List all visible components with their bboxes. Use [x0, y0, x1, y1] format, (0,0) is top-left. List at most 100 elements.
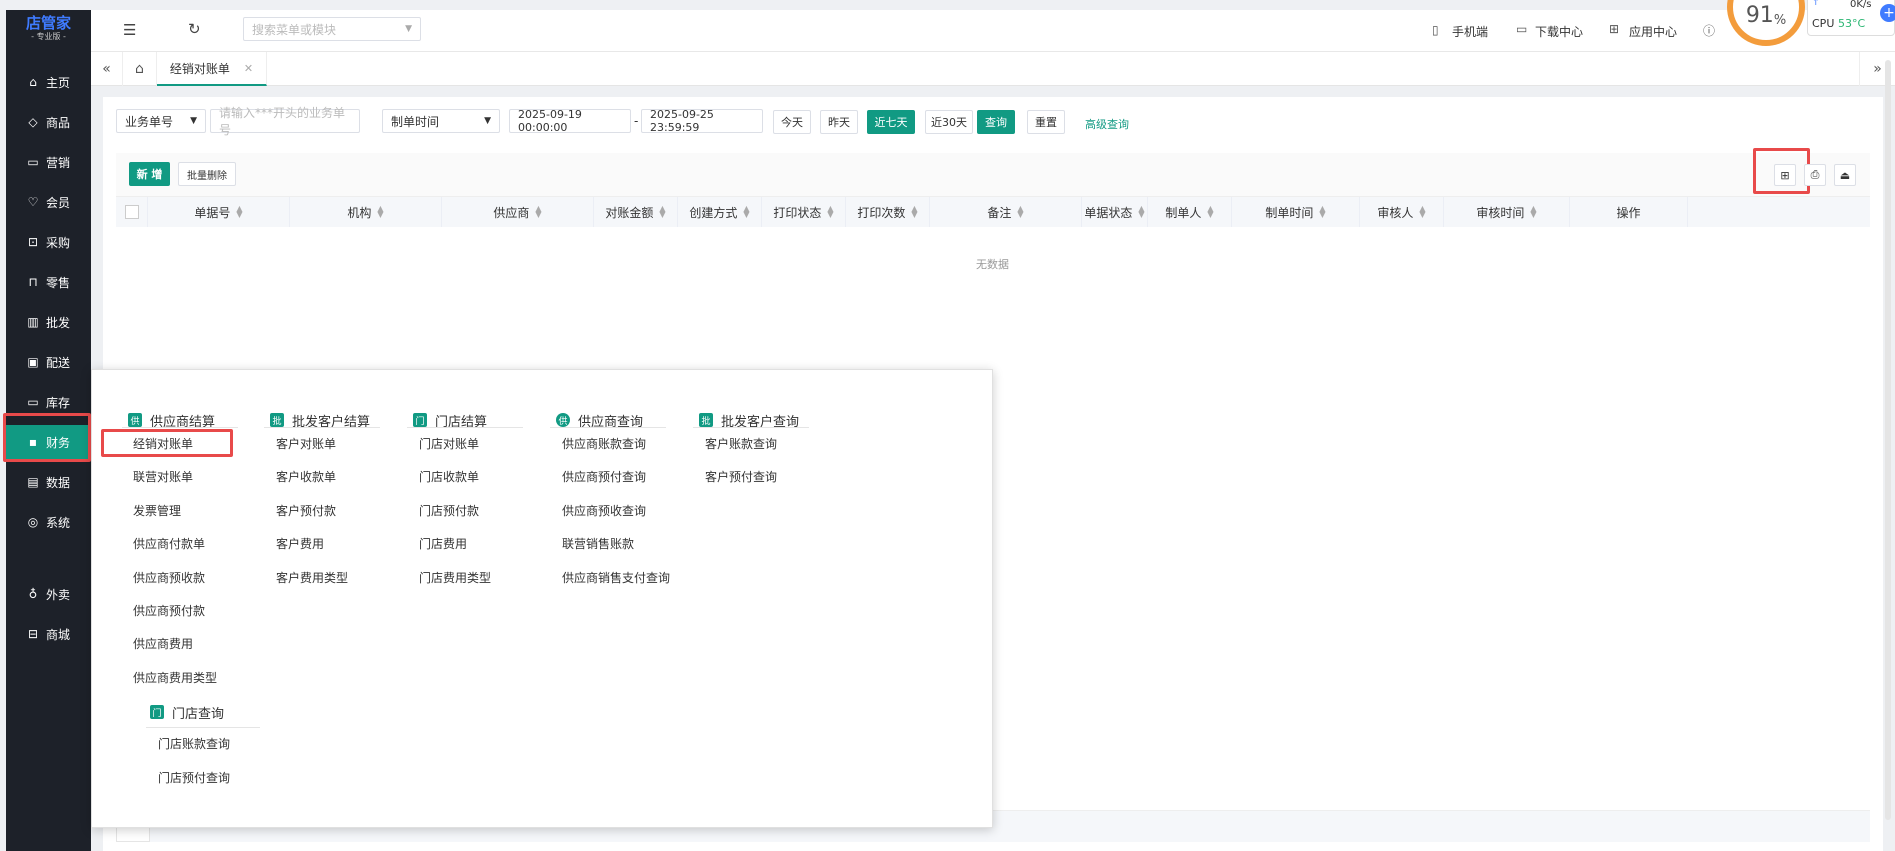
reset-button[interactable]: 重置: [1027, 110, 1065, 134]
last30-button[interactable]: 近30天: [925, 110, 973, 134]
mobile-icon: ▯: [1432, 23, 1439, 37]
menu-item-supplier-payment[interactable]: 供应商付款单: [133, 535, 205, 553]
date-end-input[interactable]: 2025-09-25 23:59:59: [641, 108, 763, 134]
date-start-input[interactable]: 2025-09-19 00:00:00: [509, 108, 631, 134]
mobile-link[interactable]: 手机端: [1452, 23, 1488, 40]
col-header-create-method[interactable]: 创建方式 ▲ ▼: [678, 197, 762, 227]
chevron-down-icon: ▼: [405, 24, 412, 34]
menu-item-store-receipt[interactable]: 门店收款单: [419, 468, 479, 486]
sidebar-item-takeout[interactable]: ♁ 外卖: [6, 577, 91, 611]
cart-icon: ⊡: [27, 235, 39, 249]
col-header-reviewer[interactable]: 审核人 ▲ ▼: [1360, 197, 1444, 227]
logo: 店管家 - 专业版 -: [6, 10, 91, 48]
menu-item-customer-fee-type[interactable]: 客户费用类型: [276, 569, 348, 587]
menu-item-customer-prepay[interactable]: 客户预付款: [276, 502, 336, 520]
menu-item-customer-receipt[interactable]: 客户收款单: [276, 468, 336, 486]
menu-item-store-statement[interactable]: 门店对账单: [419, 435, 479, 453]
export-icon[interactable]: ⏏: [1834, 164, 1856, 186]
sidebar-item-marketing[interactable]: ▭ 营销: [6, 145, 91, 179]
highlight-finance: [3, 413, 91, 462]
sidebar-item-data[interactable]: ▤ 数据: [6, 465, 91, 499]
col-header-doc-no[interactable]: 单据号 ▲ ▼: [148, 197, 290, 227]
logo-subtitle: - 专业版 -: [31, 32, 66, 41]
menu-item-supplier-fee-type[interactable]: 供应商费用类型: [133, 669, 217, 687]
sidebar-item-wholesale[interactable]: ▥ 批发: [6, 305, 91, 339]
sort-icon: ▲ ▼: [1138, 204, 1145, 219]
tab-reconciliation[interactable]: 经销对账单 ✕: [157, 52, 267, 86]
col-header-org[interactable]: 机构 ▲ ▼: [290, 197, 442, 227]
doc-field-select[interactable]: 业务单号 ▼: [116, 109, 206, 133]
advanced-query-link[interactable]: 高级查询: [1085, 116, 1129, 132]
divider: [693, 427, 809, 428]
scrollbar[interactable]: [1885, 60, 1891, 820]
col-header-doc-status[interactable]: 单据状态 ▲ ▼: [1082, 197, 1148, 227]
app-center-link[interactable]: 应用中心: [1629, 23, 1677, 40]
yesterday-button[interactable]: 昨天: [820, 110, 858, 134]
col-header-print-count[interactable]: 打印次数 ▲ ▼: [846, 197, 930, 227]
sidebar-item-purchase[interactable]: ⊡ 采购: [6, 225, 91, 259]
close-icon[interactable]: ✕: [244, 62, 253, 75]
sort-icon: ▲ ▼: [827, 204, 834, 219]
menu-item-supplier-prepayment[interactable]: 供应商预付款: [133, 602, 205, 620]
menu-search-input[interactable]: 搜索菜单或模块 ▼: [243, 17, 421, 41]
menu-item-supplier-prereceipt-query[interactable]: 供应商预收查询: [562, 502, 646, 520]
menu-item-store-fee-type[interactable]: 门店费用类型: [419, 569, 491, 587]
menu-item-supplier-fee[interactable]: 供应商费用: [133, 635, 193, 653]
col-header-remark[interactable]: 备注 ▲ ▼: [930, 197, 1082, 227]
scroll-left-icon[interactable]: «: [91, 52, 123, 86]
print-icon[interactable]: ⎙: [1804, 164, 1826, 186]
sidebar-item-home[interactable]: ⌂ 主页: [6, 65, 91, 99]
menu-item-store-account-query[interactable]: 门店账款查询: [158, 735, 230, 753]
sort-icon: ▲ ▼: [377, 204, 384, 219]
col-header-amount[interactable]: 对账金额 ▲ ▼: [594, 197, 678, 227]
chevron-down-icon: ▼: [190, 116, 197, 126]
time-field-select[interactable]: 制单时间 ▼: [382, 109, 500, 133]
col-header-create-time[interactable]: 制单时间 ▲ ▼: [1232, 197, 1360, 227]
sidebar-item-member[interactable]: ♡ 会员: [6, 185, 91, 219]
menu-item-supplier-prepay-query[interactable]: 供应商预付查询: [562, 468, 646, 486]
sort-icon: ▲ ▼: [659, 204, 666, 219]
menu-item-supplier-prereceipt[interactable]: 供应商预收款: [133, 569, 205, 587]
sidebar-item-goods[interactable]: ◇ 商品: [6, 105, 91, 139]
sort-icon: ▲ ▼: [1419, 204, 1426, 219]
add-button[interactable]: 新 增: [129, 162, 170, 186]
divider: [264, 427, 380, 428]
menu-item-store-prepay-query[interactable]: 门店预付查询: [158, 769, 230, 787]
refresh-icon[interactable]: ↻: [188, 20, 201, 38]
menu-item-joint-sales-account[interactable]: 联营销售账款: [562, 535, 634, 553]
sidebar-item-delivery[interactable]: ▣ 配送: [6, 345, 91, 379]
col-header-print-status[interactable]: 打印状态 ▲ ▼: [762, 197, 846, 227]
tab-bar: « ⌂ 经销对账单 ✕ »: [91, 52, 1895, 86]
col-header-supplier[interactable]: 供应商 ▲ ▼: [442, 197, 594, 227]
menu-item-invoice[interactable]: 发票管理: [133, 502, 181, 520]
last7-button[interactable]: 近七天: [867, 110, 915, 134]
add-icon[interactable]: +: [1880, 4, 1895, 22]
query-button[interactable]: 查询: [977, 110, 1015, 134]
help-icon[interactable]: ⓘ: [1703, 22, 1715, 39]
menu-item-customer-prepay-query[interactable]: 客户预付查询: [705, 468, 777, 486]
menu-item-customer-fee[interactable]: 客户费用: [276, 535, 324, 553]
box-icon: ▭: [27, 395, 39, 409]
batch-delete-button[interactable]: 批量删除: [178, 162, 236, 186]
menu-item-store-prepay[interactable]: 门店预付款: [419, 502, 479, 520]
menu-item-customer-account-query[interactable]: 客户账款查询: [705, 435, 777, 453]
menu-item-supplier-sales-payment-query[interactable]: 供应商销售支付查询: [562, 569, 670, 587]
chevron-down-icon: ▼: [484, 116, 491, 126]
sidebar-item-system[interactable]: ◎ 系统: [6, 505, 91, 539]
menu-item-customer-statement[interactable]: 客户对账单: [276, 435, 336, 453]
download-center-link[interactable]: 下载中心: [1535, 23, 1583, 40]
sort-icon: ▲ ▼: [743, 204, 750, 219]
col-header-creator[interactable]: 制单人 ▲ ▼: [1148, 197, 1232, 227]
menu-item-joint-statement[interactable]: 联营对账单: [133, 468, 193, 486]
select-all-checkbox[interactable]: [124, 205, 139, 219]
col-header-filler: [1688, 197, 1870, 227]
menu-item-supplier-account-query[interactable]: 供应商账款查询: [562, 435, 646, 453]
doc-number-input[interactable]: 请输入***开头的业务单号: [210, 106, 360, 137]
sidebar-item-retail[interactable]: ⊓ 零售: [6, 265, 91, 299]
menu-item-store-fee[interactable]: 门店费用: [419, 535, 467, 553]
menu-toggle-icon[interactable]: ☰: [123, 21, 136, 39]
today-button[interactable]: 今天: [773, 110, 811, 134]
home-tab-icon[interactable]: ⌂: [123, 52, 157, 86]
col-header-review-time[interactable]: 审核时间 ▲ ▼: [1444, 197, 1570, 227]
sidebar-item-mall[interactable]: ⊟ 商城: [6, 617, 91, 651]
